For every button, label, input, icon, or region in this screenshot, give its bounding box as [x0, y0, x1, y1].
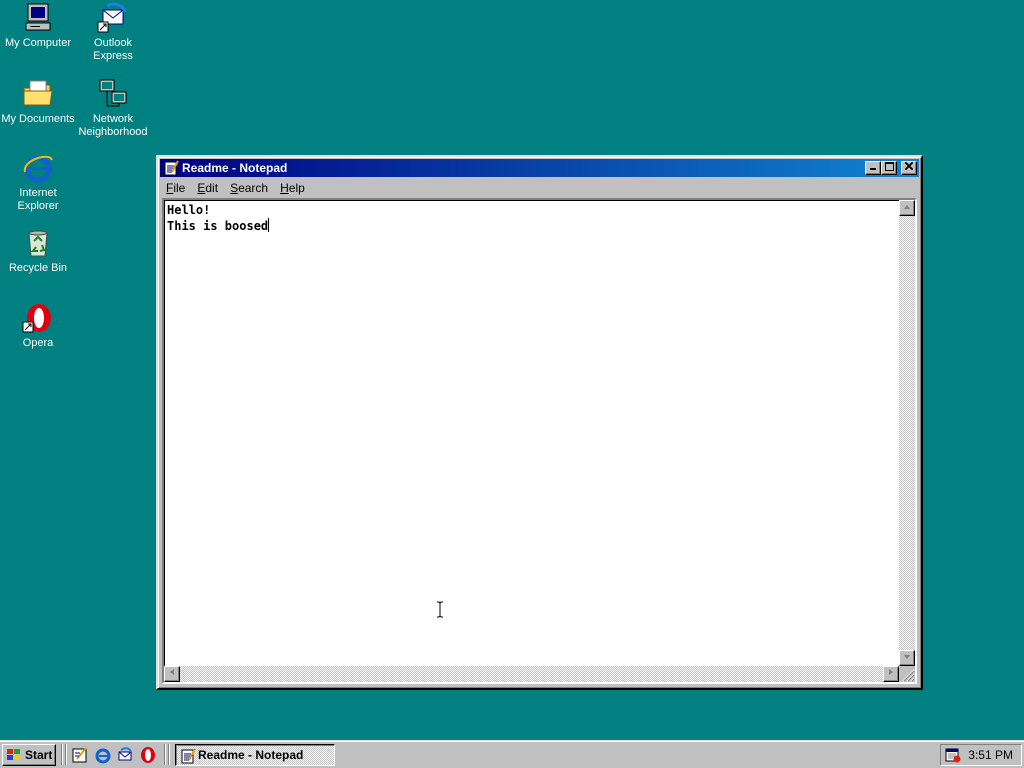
menu-search[interactable]: Search — [224, 179, 274, 197]
window-title: Readme - Notepad — [182, 161, 288, 175]
arrow-left-icon — [170, 669, 174, 675]
desktop-icon-label: My Documents — [1, 113, 75, 125]
start-button[interactable]: Start — [2, 744, 56, 766]
desktop-icon-internet-explorer[interactable]: Internet Explorer — [0, 152, 76, 213]
close-icon — [904, 161, 914, 171]
windows-logo-icon — [7, 749, 20, 760]
folder-icon — [23, 80, 53, 106]
menu-file[interactable]: File — [160, 179, 191, 197]
title-bar[interactable]: Readme - Notepad — [160, 159, 919, 177]
text-line: Hello! — [167, 203, 211, 217]
opera-icon — [22, 304, 51, 333]
desktop: My Computer Outlook Express My Documents — [0, 0, 1024, 740]
menu-help[interactable]: Help — [274, 179, 311, 197]
text-line-current: This is boosed — [167, 218, 270, 233]
quicklaunch-opera-icon[interactable] — [139, 746, 157, 764]
document-text[interactable]: Hello! This is boosed — [167, 203, 893, 660]
notepad-icon — [181, 748, 196, 764]
outlook-icon — [97, 2, 127, 33]
quicklaunch-ie-icon[interactable] — [94, 746, 112, 764]
taskbar-separator — [164, 744, 166, 765]
scroll-up-button[interactable] — [899, 200, 915, 216]
resize-grip-icon — [902, 669, 915, 682]
quicklaunch-outlook-icon[interactable] — [116, 746, 134, 764]
text-editor[interactable]: Hello! This is boosed — [162, 198, 917, 684]
desktop-icon-outlook-express[interactable]: Outlook Express — [75, 2, 151, 63]
network-icon — [99, 79, 127, 107]
desktop-icon-my-computer[interactable]: My Computer — [0, 2, 76, 50]
arrow-up-icon — [904, 205, 910, 209]
scheduler-icon[interactable] — [945, 747, 961, 763]
text-caret — [268, 218, 270, 232]
arrow-right-icon — [889, 669, 893, 675]
scroll-left-button[interactable] — [164, 666, 180, 682]
ie-icon — [23, 155, 53, 183]
scroll-down-button[interactable] — [899, 650, 915, 666]
notepad-window: Readme - Notepad File Edit Search Help Hell… — [156, 155, 923, 690]
recycle-bin-icon — [28, 230, 48, 257]
taskbar-separator — [168, 744, 170, 765]
system-tray: 3:51 PM — [940, 744, 1022, 766]
desktop-icon-label: Network Neighborhood — [78, 113, 148, 138]
notepad-icon — [164, 160, 179, 176]
taskbar-button-notepad[interactable]: Readme - Notepad — [175, 744, 335, 766]
menu-edit[interactable]: Edit — [191, 179, 224, 197]
taskbar: Start Readme - Notepad 3:51 PM — [0, 740, 1024, 768]
desktop-icon-recycle-bin[interactable]: Recycle Bin — [0, 227, 76, 275]
clock[interactable]: 3:51 PM — [968, 748, 1013, 762]
desktop-icon-label: Outlook Express — [93, 37, 133, 62]
close-button[interactable] — [901, 161, 917, 175]
vertical-scrollbar[interactable] — [899, 200, 915, 666]
minimize-icon — [870, 168, 876, 170]
computer-icon — [25, 3, 51, 31]
desktop-icon-label: Recycle Bin — [8, 262, 68, 274]
desktop-icon-opera[interactable]: Opera — [0, 302, 76, 350]
minimize-button[interactable] — [865, 161, 881, 175]
desktop-icon-label: Internet Explorer — [17, 187, 59, 212]
maximize-icon — [884, 162, 894, 171]
taskbar-separator — [65, 744, 67, 765]
menu-bar: File Edit Search Help — [160, 179, 919, 197]
scroll-right-button[interactable] — [883, 666, 899, 682]
horizontal-scrollbar[interactable] — [164, 666, 899, 682]
maximize-button[interactable] — [881, 161, 897, 175]
arrow-down-icon — [904, 655, 910, 659]
quicklaunch-edit-icon[interactable] — [71, 746, 89, 764]
taskbar-separator — [61, 744, 63, 765]
desktop-icon-label: Opera — [22, 337, 54, 349]
resize-grip[interactable] — [899, 666, 915, 682]
desktop-icon-label: My Computer — [4, 37, 72, 49]
desktop-icon-my-documents[interactable]: My Documents — [0, 78, 76, 126]
desktop-icon-network-neighborhood[interactable]: Network Neighborhood — [75, 78, 151, 139]
ibeam-cursor-icon — [437, 601, 443, 618]
